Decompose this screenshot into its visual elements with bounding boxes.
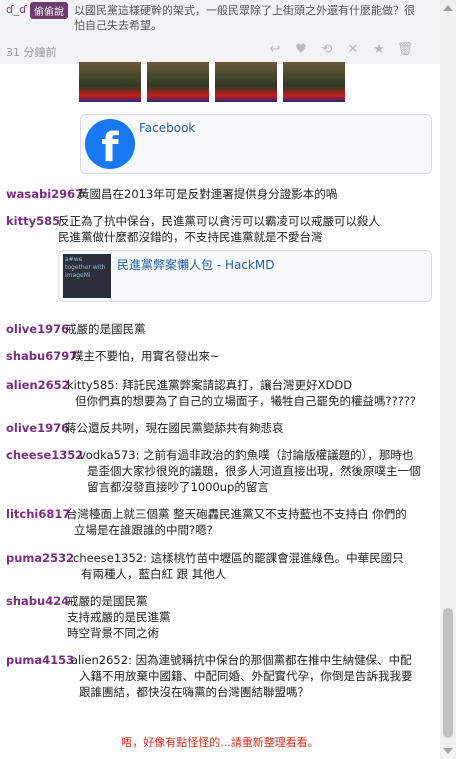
delete-icon[interactable]: 🗑 (392, 42, 418, 57)
scrollbar-thumb[interactable] (443, 608, 453, 738)
comment-text: cheese1352: 這樣桃竹苗中壢區的罷課會混進綠色。中華民國只 (73, 551, 404, 565)
comment-user[interactable]: shabu424 (6, 593, 69, 609)
error-message[interactable]: 唔，好像有點怪怪的...請重新整理看看。 (0, 734, 440, 750)
star-icon[interactable]: ★ (366, 42, 392, 57)
comment-text: 立場是在誰跟誰的中間?嗯? (74, 523, 213, 537)
comment-text: vodka573: 之前有過非政治的釣魚噗（討論版權議題的），那時也 (79, 448, 414, 462)
comment-user[interactable]: puma2532 (6, 550, 74, 566)
comment-text: 但你們真的想要為了自己的立場面子，犧牲自己罷免的權益嗎????? (75, 394, 417, 408)
hackmd-link-card[interactable]: a#we together with imageMi 民進黨弊案懶人包 - Ha… (58, 250, 432, 302)
comment-user[interactable]: shabu6797 (6, 348, 77, 364)
facebook-link-card[interactable]: f Facebook (80, 114, 432, 174)
comment-text: 入籍不用放棄中國籍、中配同婚、外配實代孕，你倒是告訴我我要 (79, 669, 413, 683)
reply-icon[interactable]: ↩ (262, 42, 288, 57)
hackmd-card-title[interactable]: 民進黨弊案懶人包 - HackMD (117, 256, 274, 273)
comment-text: 有兩種人，藍白紅 跟 其他人 (81, 567, 227, 581)
scroll-up-icon[interactable] (443, 5, 453, 11)
comment-text: alien2652: 因為連號稱抗中保台的那個黨都在推中生納健保、中配 (71, 653, 412, 667)
comment-user[interactable]: wasabi2967 (6, 186, 83, 202)
hackmd-thumbnail: a#we together with imageMi (63, 254, 111, 298)
facebook-icon: f (85, 119, 135, 169)
scrollbar[interactable] (440, 0, 456, 759)
comment-user[interactable]: litchi6817 (6, 506, 70, 522)
anonymous-badge: 偷偷說 (30, 2, 68, 19)
scroll-down-icon[interactable] (443, 748, 453, 754)
image-thumbnails (79, 62, 345, 102)
comment-text: 噗主不要怕，用實名發出來~ (72, 349, 220, 363)
comment-user[interactable]: alien2652 (6, 377, 70, 393)
comment-text: 跟誰團結，都快沒在嗨黨的台灣團結聯盟嗎？ (79, 685, 309, 699)
comment-text: 蔣公還反共咧，現在國民黨變舔共有夠悲哀 (65, 421, 284, 435)
image-thumbnail[interactable] (283, 62, 345, 102)
like-icon[interactable]: ♥ (288, 42, 314, 57)
comment-text: 時空背景不同之術 (67, 626, 159, 640)
comment-text: 是歪個大家抄很兇的議題，很多人河道直接出現，然後原噗主一個 (87, 464, 421, 478)
image-thumbnail[interactable] (79, 62, 141, 102)
comment-user[interactable]: olive1976 (6, 420, 69, 436)
comment-time: 31 分鐘前 (6, 46, 57, 59)
top-comment: ɗ_ɗ 偷偷說 以國民黨這樣硬幹的架式，一般民眾除了上街頭之外還有什麼能做？很 … (0, 0, 440, 64)
comment-text: 留言都沒發直接吵了1000up的留言 (87, 480, 269, 494)
comment-user[interactable]: olive1976 (6, 321, 69, 337)
comment-text: 反正為了抗中保台，民進黨可以貪污可以霸凌可以戒嚴可以殺人 (58, 214, 380, 228)
comment-text: 黃國昌在2013年可是反對連署提供身分證影本的喎 (78, 187, 338, 201)
comment-user[interactable]: puma4153 (6, 652, 74, 668)
image-thumbnail[interactable] (147, 62, 209, 102)
comment-user[interactable]: cheese1352 (6, 447, 83, 463)
comment-text: 以國民黨這樣硬幹的架式，一般民眾除了上街頭之外還有什麼能做？很 怕自己失去希望。 (74, 4, 415, 32)
comment-text: 支持戒嚴的是民進黨 (67, 610, 171, 624)
dislike-icon[interactable]: ✕ (340, 42, 366, 57)
comment-user[interactable]: ɗ_ɗ (6, 3, 27, 16)
comment-user[interactable]: kitty585 (6, 213, 60, 229)
retweet-icon[interactable]: ⟲ (314, 42, 340, 57)
facebook-card-title[interactable]: Facebook (139, 121, 195, 135)
comment-text: 台灣檯面上就三個黨 整天砲轟民進黨又不支持藍也不支持白 你們的 (66, 507, 407, 521)
comment-actions: ↩ ♥ ⟲ ✕ ★ 🗑 (262, 42, 418, 57)
image-thumbnail[interactable] (215, 62, 277, 102)
comment-text: kitty585: 拜託民進黨弊案請認真打，讓台灣更好XDDD (67, 378, 353, 392)
comment-text: 戒嚴的是國民黨 (67, 594, 148, 608)
comment-text: 民進黨做什麼都沒錯的，不支持民進黨就是不愛台灣 (58, 230, 323, 244)
comment-text: 戒嚴的是國民黨 (65, 322, 146, 336)
